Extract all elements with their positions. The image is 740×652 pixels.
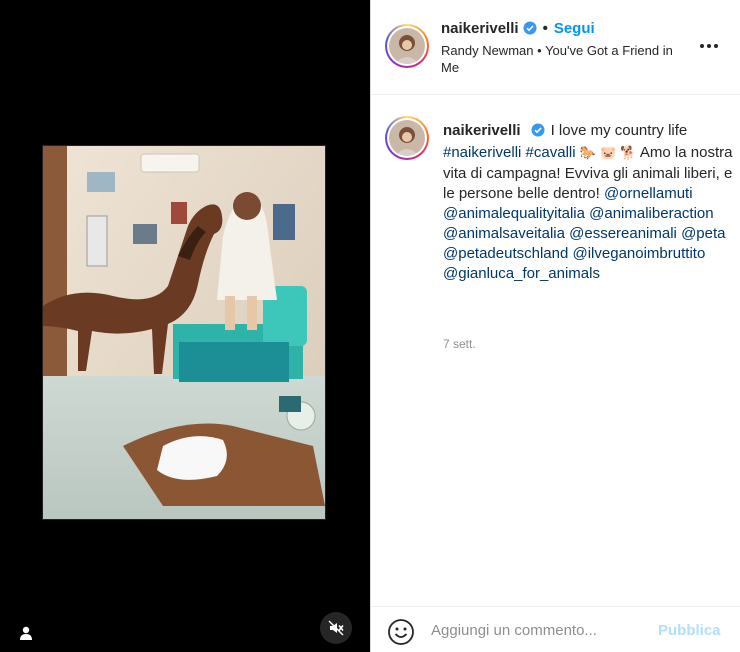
music-separator: • xyxy=(537,43,542,58)
mention-link[interactable]: @animaliberaction xyxy=(589,205,713,222)
user-tag-icon xyxy=(20,626,32,640)
media-panel xyxy=(0,0,370,652)
user-tag-button[interactable] xyxy=(12,619,40,647)
more-options-button[interactable] xyxy=(693,34,725,58)
post-details-panel: naikerivelli • Segui Randy Newman • You've… xyxy=(370,0,740,652)
header-name-line: naikerivelli • Segui xyxy=(441,20,595,39)
mention-link[interactable]: @petadeutschland xyxy=(443,245,568,262)
comment-bar: Pubblica xyxy=(371,606,740,652)
mention-link[interactable]: @peta xyxy=(681,225,725,242)
avatar-photo xyxy=(389,28,425,64)
mention-link[interactable]: @animalsaveitalia xyxy=(443,225,565,242)
music-artist: Randy Newman xyxy=(441,43,534,58)
video-player[interactable] xyxy=(42,145,326,520)
mention-link[interactable]: @essereanimali xyxy=(569,225,677,242)
caption-username[interactable]: naikerivelli xyxy=(443,122,521,139)
verified-badge-icon xyxy=(523,21,537,39)
post-header: naikerivelli • Segui Randy Newman • You've… xyxy=(371,0,740,95)
mention-link[interactable]: @gianluca_for_animals xyxy=(443,265,600,282)
emoji-picker-button[interactable] xyxy=(387,618,415,646)
mute-toggle-button[interactable] xyxy=(320,612,352,644)
header-username[interactable]: naikerivelli xyxy=(441,20,519,37)
post-timestamp[interactable]: 7 sett. xyxy=(443,337,476,351)
avatar-photo xyxy=(389,120,425,156)
publish-button[interactable]: Pubblica xyxy=(658,622,721,639)
caption-intro-text: I love my country life xyxy=(550,122,688,139)
caption-emojis: 🐎 🐷 🐕 xyxy=(579,146,637,161)
header-separator: • xyxy=(542,20,548,37)
mention-link[interactable]: @ilveganoimbruttito xyxy=(573,245,706,262)
music-info[interactable]: Randy Newman • You've Got a Friend in Me xyxy=(441,42,691,76)
header-avatar[interactable] xyxy=(385,24,429,68)
mention-link[interactable]: @animalequalityitalia xyxy=(443,205,585,222)
mention-link[interactable]: @ornellamuti xyxy=(604,185,693,202)
hashtag-link[interactable]: #naikerivelli xyxy=(443,144,521,161)
verified-badge-icon xyxy=(531,123,545,143)
post-caption: naikerivelli I love my country life #naik… xyxy=(443,121,733,284)
emoji-smiley-icon xyxy=(388,619,414,645)
comment-input[interactable] xyxy=(431,617,651,643)
video-frame-image xyxy=(43,146,325,519)
follow-button[interactable]: Segui xyxy=(554,20,595,37)
hashtag-link[interactable]: #cavalli xyxy=(526,144,576,161)
caption-avatar[interactable] xyxy=(385,116,429,160)
speaker-muted-icon xyxy=(328,620,344,636)
more-options-icon xyxy=(700,44,718,48)
